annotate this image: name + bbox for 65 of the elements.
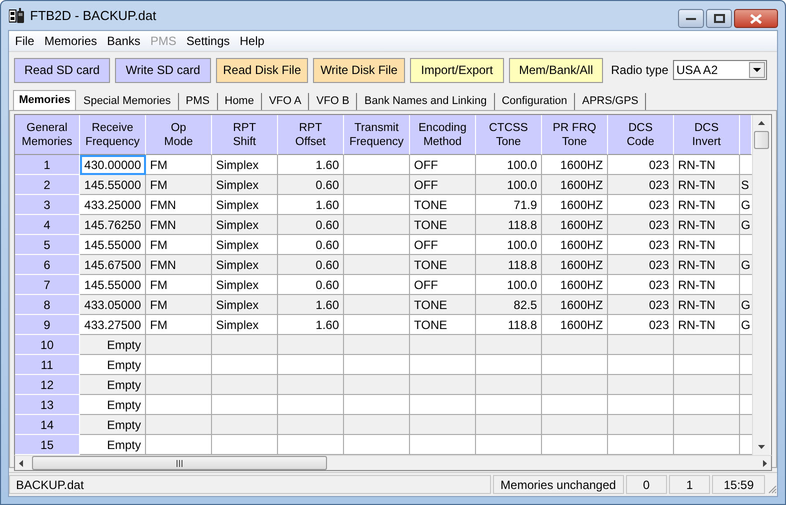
status-pane: 1 <box>668 475 710 494</box>
row-header[interactable]: 10 <box>15 335 80 355</box>
toolbar-button[interactable]: Write Disk File <box>313 58 405 82</box>
column-header[interactable]: General Memories <box>15 115 80 155</box>
column-header[interactable]: RPT Shift <box>212 115 278 155</box>
table-cell: 430.00000 <box>80 155 146 175</box>
row-header[interactable]: 15 <box>15 435 80 455</box>
row-header[interactable]: 12 <box>15 375 80 395</box>
column-header[interactable]: CTCSS Tone <box>476 115 542 155</box>
status-pane: 15:59 <box>712 475 766 494</box>
radio-type-dropdown[interactable]: USA A2 <box>673 60 768 80</box>
row-header[interactable]: 2 <box>15 175 80 195</box>
close-button[interactable] <box>734 9 778 28</box>
scroll-up-icon <box>758 121 765 125</box>
app-icon <box>9 8 25 24</box>
column-header[interactable]: RPT Offset <box>278 115 344 155</box>
scroll-down-icon <box>758 445 765 449</box>
maximize-icon <box>714 14 724 23</box>
column-header[interactable] <box>740 115 752 155</box>
maximize-button[interactable] <box>706 9 732 28</box>
status-pane: Memories unchanged <box>492 475 624 494</box>
column-header[interactable]: Receive Frequency <box>80 115 146 155</box>
status-pane: 0 <box>626 475 667 494</box>
column-header[interactable]: Transmit Frequency <box>344 115 410 155</box>
resize-grip-icon <box>767 484 777 494</box>
toolbar-button[interactable]: Read SD card <box>14 58 110 82</box>
row-header[interactable]: 11 <box>15 355 80 375</box>
menu-item[interactable]: Help <box>234 34 270 48</box>
column-header[interactable]: DCS Invert <box>674 115 740 155</box>
column-header[interactable]: Encoding Method <box>410 115 476 155</box>
close-icon <box>750 14 762 24</box>
toolbar-button[interactable]: Mem/Bank/All <box>509 58 603 82</box>
row-header[interactable]: 5 <box>15 235 80 255</box>
scroll-thumb[interactable] <box>754 131 769 149</box>
row-header[interactable]: 4 <box>15 215 80 235</box>
menu-item[interactable]: Settings <box>181 34 235 48</box>
column-header[interactable]: DCS Code <box>608 115 674 155</box>
column-header[interactable]: Op Mode <box>146 115 212 155</box>
minimize-icon <box>686 16 696 20</box>
menu-item[interactable]: File <box>10 34 40 48</box>
tab[interactable]: Memories <box>13 90 76 110</box>
scroll-right-icon <box>763 460 767 466</box>
menu-item[interactable]: Memories <box>39 34 102 48</box>
column-header[interactable]: PR FRQ Tone <box>542 115 608 155</box>
toolbar-button[interactable]: Read Disk File <box>216 58 308 82</box>
row-header[interactable]: 6 <box>15 255 80 275</box>
scroll-left-icon <box>19 460 23 466</box>
row-header[interactable]: 14 <box>15 415 80 435</box>
grip-icon <box>176 460 183 466</box>
row-header[interactable]: 9 <box>15 315 80 335</box>
row-header[interactable]: 8 <box>15 295 80 315</box>
horizontal-scrollbar[interactable] <box>14 455 772 471</box>
row-header[interactable]: 13 <box>15 395 80 415</box>
toolbar-button[interactable]: Import/Export <box>410 58 504 82</box>
vertical-scrollbar[interactable] <box>752 115 770 455</box>
scroll-thumb[interactable] <box>32 456 327 470</box>
row-header[interactable]: 3 <box>15 195 80 215</box>
window-title: FTB2D - BACKUP.dat <box>30 8 156 23</box>
minimize-button[interactable] <box>678 9 704 28</box>
radio-type-label: Radio type <box>611 63 668 77</box>
menu-item[interactable]: Banks <box>102 34 146 48</box>
status-pane: BACKUP.dat <box>9 475 491 494</box>
row-header[interactable]: 1 <box>15 155 80 175</box>
toolbar-button[interactable]: Write SD card <box>115 58 211 82</box>
row-header[interactable]: 7 <box>15 275 80 295</box>
